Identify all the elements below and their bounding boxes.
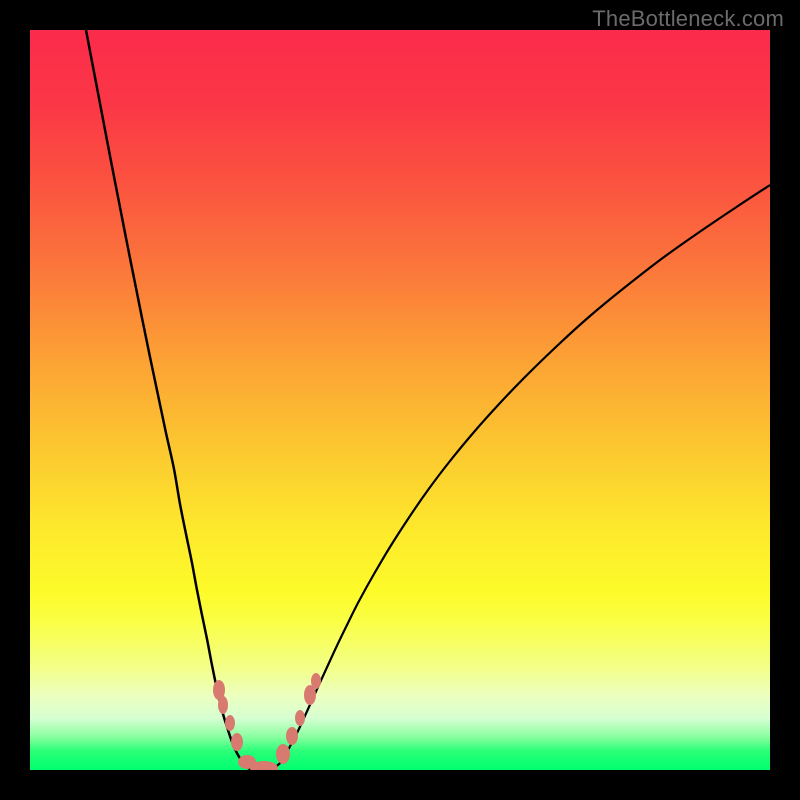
watermark-text: TheBottleneck.com bbox=[592, 6, 784, 32]
chart-frame: TheBottleneck.com bbox=[0, 0, 800, 800]
data-marker bbox=[286, 727, 298, 745]
data-marker bbox=[311, 673, 321, 689]
data-marker bbox=[276, 744, 290, 764]
plot-area bbox=[30, 30, 770, 770]
data-marker bbox=[225, 715, 235, 731]
data-marker bbox=[231, 733, 243, 751]
data-marker bbox=[218, 696, 228, 714]
data-markers bbox=[213, 673, 321, 770]
curve-right bbox=[256, 185, 770, 770]
curve-left bbox=[86, 30, 256, 770]
data-marker bbox=[295, 710, 305, 726]
curve-layer bbox=[30, 30, 770, 770]
